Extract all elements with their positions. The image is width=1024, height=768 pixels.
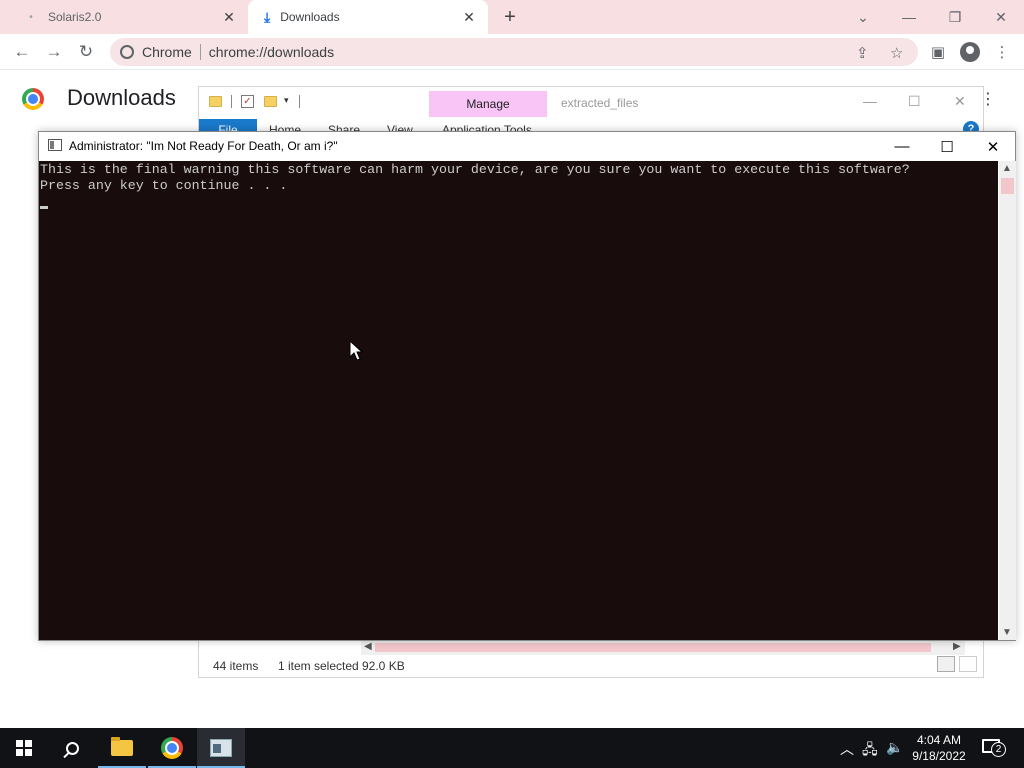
explorer-status-bar: 44 items 1 item selected 92.0 KB	[199, 653, 983, 677]
url-text[interactable]: chrome://downloads	[209, 44, 334, 60]
show-hidden-icons-chevron-icon[interactable]: ︿	[840, 739, 854, 759]
loading-dot-icon: •	[29, 11, 33, 23]
chrome-site-icon	[120, 45, 134, 59]
taskbar-search-button[interactable]	[48, 728, 96, 768]
tab-title: Solaris2.0	[48, 10, 102, 24]
details-view-icon[interactable]	[937, 656, 955, 672]
properties-check-icon[interactable]: ✓	[241, 95, 254, 108]
item-count: 44 items	[213, 659, 259, 673]
console-output[interactable]: This is the final warning this software …	[39, 161, 998, 640]
tab-title: Downloads	[280, 10, 340, 24]
close-tab-icon[interactable]: ✕	[460, 8, 478, 26]
new-tab-button[interactable]: +	[498, 5, 522, 29]
share-icon[interactable]: ⇪	[856, 44, 869, 62]
site-name: Chrome	[142, 44, 192, 60]
quick-access-divider	[231, 95, 232, 108]
console-app-icon	[48, 139, 62, 151]
clock-date: 9/18/2022	[912, 749, 966, 763]
explorer-titlebar: ✓ ▾ Manage extracted_files — ☐ ✕	[199, 87, 983, 119]
manage-tab[interactable]: Manage	[429, 91, 547, 117]
taskbar-chrome[interactable]	[148, 728, 196, 768]
chrome-logo-icon	[22, 88, 44, 110]
volume-icon[interactable]: 🔈	[886, 739, 903, 756]
quick-access-divider	[299, 95, 300, 108]
scrollbar-thumb[interactable]	[375, 643, 931, 652]
forward-arrow-icon[interactable]: →	[40, 38, 68, 66]
system-clock[interactable]: 4:04 AM 9/18/2022	[904, 732, 974, 764]
page-title: Downloads	[67, 85, 176, 110]
scrollbar-thumb[interactable]	[1001, 178, 1014, 194]
close-window-button[interactable]: ✕	[978, 2, 1024, 32]
side-panel-icon[interactable]: ▣	[926, 40, 950, 64]
clock-time: 4:04 AM	[916, 733, 962, 747]
tab-solaris[interactable]: • Solaris2.0 ✕	[8, 0, 248, 34]
console-line: This is the final warning this software …	[40, 162, 910, 177]
mouse-pointer-icon	[349, 340, 363, 361]
reload-icon[interactable]: ↻	[72, 38, 100, 66]
start-icon	[16, 740, 32, 756]
explorer-close-button[interactable]: ✕	[954, 93, 966, 110]
avatar-icon	[960, 42, 980, 62]
explorer-maximize-button[interactable]: ☐	[908, 93, 921, 110]
back-arrow-icon[interactable]: ←	[8, 38, 36, 66]
new-folder-icon[interactable]	[264, 96, 277, 107]
selection-size: 92.0 KB	[362, 659, 405, 673]
console-titlebar[interactable]: Administrator: "Im Not Ready For Death, …	[39, 132, 1015, 161]
scroll-up-icon[interactable]: ▲	[1002, 163, 1012, 174]
console-maximize-button[interactable]: ☐	[924, 132, 970, 161]
minimize-button[interactable]: —	[886, 2, 932, 32]
action-center-button[interactable]: 2	[982, 737, 1006, 759]
selection-count: 1 item selected	[278, 659, 359, 673]
console-line: Press any key to continue . . .	[40, 178, 288, 193]
text-cursor	[40, 206, 48, 209]
chrome-icon	[161, 737, 183, 759]
console-title: Administrator: "Im Not Ready For Death, …	[69, 139, 338, 153]
taskbar-console[interactable]	[197, 728, 245, 768]
bookmark-star-icon[interactable]: ☆	[890, 44, 903, 62]
tab-downloads[interactable]: ⤓ Downloads ✕	[248, 0, 488, 34]
taskbar: ︿ 🖧 🔈 4:04 AM 9/18/2022 2	[0, 728, 1024, 768]
address-bar[interactable]: Chrome chrome://downloads ⇪ ☆	[110, 38, 918, 66]
console-icon	[210, 739, 232, 757]
explorer-window-title: extracted_files	[561, 96, 639, 110]
restore-button[interactable]: ❐	[932, 2, 978, 32]
tab-search-chevron-icon[interactable]: ⌄	[840, 2, 886, 32]
browser-menu-icon[interactable]: ⋮	[990, 40, 1014, 64]
scroll-down-icon[interactable]: ▼	[1002, 627, 1012, 638]
large-icons-view-icon[interactable]	[959, 656, 977, 672]
console-minimize-button[interactable]: —	[879, 132, 925, 161]
console-window[interactable]: Administrator: "Im Not Ready For Death, …	[38, 131, 1016, 641]
network-icon[interactable]: 🖧	[862, 739, 878, 763]
browser-toolbar: ← → ↻ Chrome chrome://downloads ⇪ ☆ ▣ ⋮	[0, 34, 1024, 70]
console-close-button[interactable]: ✕	[970, 132, 1016, 161]
console-vertical-scrollbar[interactable]: ▲ ▼	[999, 161, 1016, 640]
explorer-minimize-button[interactable]: —	[863, 93, 877, 109]
search-icon	[65, 741, 79, 755]
profile-button[interactable]	[958, 40, 982, 64]
folder-icon	[209, 96, 222, 107]
download-icon: ⤓	[264, 8, 271, 25]
omnibox-divider	[199, 44, 201, 60]
site-info-chip[interactable]: Chrome	[120, 44, 192, 60]
file-explorer-icon	[111, 737, 133, 756]
customize-dropdown-icon[interactable]: ▾	[284, 95, 289, 106]
browser-tab-strip: • Solaris2.0 ✕ ⤓ Downloads ✕ + ⌄ — ❐ ✕	[0, 0, 1024, 34]
close-tab-icon[interactable]: ✕	[220, 8, 238, 26]
notification-count: 2	[991, 742, 1006, 757]
taskbar-file-explorer[interactable]	[98, 728, 146, 768]
start-button[interactable]	[0, 728, 48, 768]
